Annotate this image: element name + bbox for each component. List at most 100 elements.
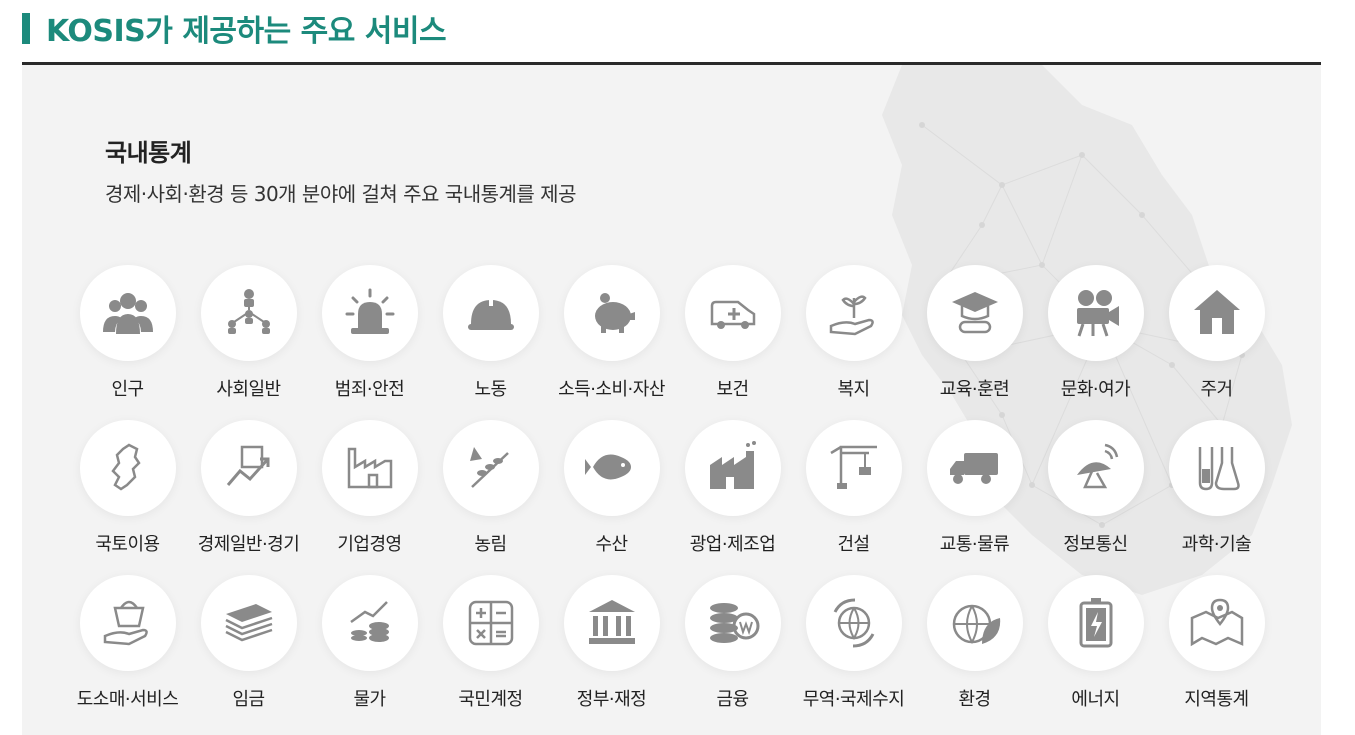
category-item[interactable]: 범죄·안전 [309,265,430,401]
crane-icon [829,445,877,489]
category-icon-circle[interactable] [684,265,781,361]
category-label: 정보통신 [1063,534,1128,555]
category-label: 금융 [716,689,749,710]
category-label: 도소매·서비스 [76,689,179,710]
category-item[interactable]: 경제일반·경기 [188,420,309,556]
category-item[interactable]: 기업경영 [309,420,430,556]
category-item[interactable]: 인구 [67,265,188,401]
category-icon-circle[interactable] [79,265,176,361]
category-icon-circle[interactable] [926,575,1023,671]
money-stack-icon [224,604,272,642]
category-icon-circle[interactable] [1168,575,1265,671]
category-icon-circle[interactable] [1168,420,1265,516]
category-icon-circle[interactable] [1047,420,1144,516]
category-label: 복지 [837,379,870,400]
category-label: 소득·소비·자산 [558,379,665,400]
category-item[interactable]: 복지 [793,265,914,401]
won-coins-icon [709,603,759,643]
category-label: 노동 [474,379,507,400]
category-item[interactable]: 임금 [188,575,309,711]
category-item[interactable]: 지역통계 [1156,575,1277,711]
category-icon-circle[interactable] [684,420,781,516]
category-icon-circle[interactable] [200,265,297,361]
category-label: 보건 [716,379,749,400]
category-icon-circle[interactable] [321,420,418,516]
globe-trade-icon [833,598,874,648]
category-icon-circle[interactable] [563,265,660,361]
category-item[interactable]: 물가 [309,575,430,711]
category-label: 정부·재정 [576,689,647,710]
category-item[interactable]: 환경 [914,575,1035,711]
category-label: 물가 [353,689,386,710]
category-icon-circle[interactable] [563,575,660,671]
category-item[interactable]: 건설 [793,420,914,556]
category-icon-circle[interactable] [442,265,539,361]
factory-icon [709,441,756,489]
category-item[interactable]: 사회일반 [188,265,309,401]
category-item[interactable]: 국민계정 [430,575,551,711]
category-label: 국토이용 [95,534,160,555]
category-icon-circle[interactable] [321,265,418,361]
flask-icon [1198,447,1240,491]
category-icon-circle[interactable] [563,420,660,516]
category-item[interactable]: 금융 [672,575,793,711]
globe-leaf-icon [952,604,1000,645]
map-pin-icon [1190,598,1243,647]
category-icon-circle[interactable] [684,575,781,671]
category-item[interactable]: 노동 [430,265,551,401]
category-icon-circle[interactable] [805,575,902,671]
ambulance-icon [710,300,755,329]
org-chart-icon [227,289,270,334]
category-label: 과학·기술 [1181,534,1252,555]
category-icon-circle[interactable] [79,575,176,671]
category-item[interactable]: 도소매·서비스 [67,575,188,711]
category-icon-circle[interactable] [1168,265,1265,361]
people-icon [102,293,153,334]
category-icon-circle[interactable] [200,575,297,671]
category-item[interactable]: 과학·기술 [1156,420,1277,556]
piggy-bank-icon [594,293,635,333]
category-icon-circle[interactable] [1047,265,1144,361]
category-icon-circle[interactable] [926,265,1023,361]
category-item[interactable]: 교육·훈련 [914,265,1035,401]
category-item[interactable]: 수산 [551,420,672,556]
category-item[interactable]: 문화·여가 [1035,265,1156,401]
category-icon-circle[interactable] [79,420,176,516]
government-icon [588,600,635,644]
category-item[interactable]: 에너지 [1035,575,1156,711]
film-camera-icon [1076,290,1119,337]
category-icon-circle[interactable] [1047,575,1144,671]
category-item[interactable]: 교통·물류 [914,420,1035,556]
category-item[interactable]: 국토이용 [67,420,188,556]
hard-hat-icon [467,296,514,330]
heading-accent-bar [22,12,30,44]
satellite-dish-icon [1076,443,1118,489]
category-label: 에너지 [1071,689,1120,710]
category-label: 수산 [595,534,628,555]
category-grid: 인구 사회일반 범죄·안전 노동 소득·소비·자산 보건 복지 교육·훈련 문화·여가 주거국토이… [22,65,1321,735]
category-item[interactable]: 주거 [1156,265,1277,401]
category-icon-circle[interactable] [805,420,902,516]
category-icon-circle[interactable] [805,265,902,361]
category-item[interactable]: 정보통신 [1035,420,1156,556]
category-icon-circle[interactable] [442,575,539,671]
category-icon-circle[interactable] [442,420,539,516]
category-item[interactable]: 농림 [430,420,551,556]
category-label: 주거 [1200,379,1233,400]
category-icon-circle[interactable] [321,575,418,671]
graduation-icon [951,292,998,334]
truck-icon [949,453,998,484]
category-label: 임금 [232,689,265,710]
category-item[interactable]: 보건 [672,265,793,401]
korea-map-icon [110,443,141,491]
siren-icon [345,288,394,334]
category-icon-circle[interactable] [926,420,1023,516]
coins-chart-icon [349,601,389,642]
category-item[interactable]: 소득·소비·자산 [551,265,672,401]
fish-icon [584,454,631,480]
category-item[interactable]: 광업·제조업 [672,420,793,556]
category-icon-circle[interactable] [200,420,297,516]
category-item[interactable]: 무역·국제수지 [793,575,914,711]
wheat-icon [469,447,509,488]
category-item[interactable]: 정부·재정 [551,575,672,711]
